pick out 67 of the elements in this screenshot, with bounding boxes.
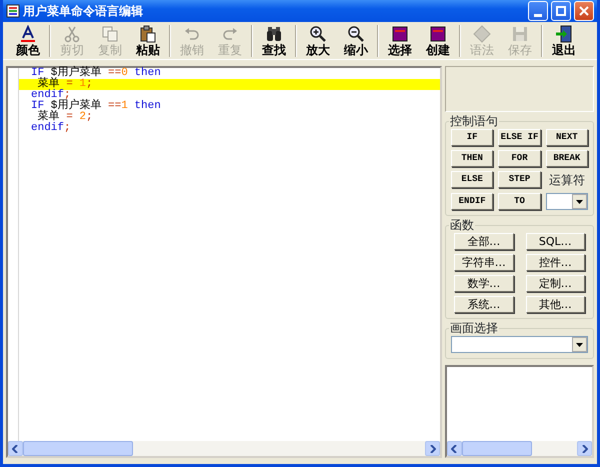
zoom-in-icon [309, 25, 327, 43]
statement-button[interactable]: BREAK [546, 150, 588, 167]
statement-button[interactable]: IF [451, 129, 494, 146]
maximize-icon [556, 6, 566, 16]
window-icon [6, 4, 20, 18]
code-editor[interactable]: IF $用户菜单 ==0 then 菜单 = 1; endif; IF $用户菜单 ==1 then 菜单 = 2; endif; [6, 66, 442, 458]
horizontal-scrollbar[interactable] [447, 441, 592, 456]
statement-button[interactable]: TO [498, 193, 541, 210]
scroll-left-button[interactable] [447, 441, 462, 456]
scroll-right-button[interactable] [425, 441, 440, 456]
copy-icon [101, 25, 119, 43]
toolbar-button[interactable]: 粘贴 [129, 24, 167, 57]
statement-button[interactable]: THEN [451, 150, 494, 167]
group-title: 画面选择 [449, 322, 499, 334]
statement-button[interactable]: ENDIF [451, 193, 494, 210]
zoom-out-icon [347, 25, 365, 43]
function-button[interactable]: 全部… [454, 233, 514, 250]
scroll-left-button[interactable] [8, 441, 23, 456]
diamond-icon [473, 25, 491, 43]
function-button[interactable]: SQL… [526, 233, 585, 250]
function-button[interactable]: 其他… [526, 296, 585, 313]
statement-button[interactable]: ELSE [451, 171, 494, 188]
scroll-right-button[interactable] [577, 441, 592, 456]
statement-button[interactable]: NEXT [546, 129, 588, 146]
window-icon [429, 25, 447, 43]
dropdown-button[interactable] [572, 194, 587, 209]
redo-arrow-icon [221, 25, 239, 43]
maximize-button[interactable] [551, 1, 571, 21]
function-button[interactable]: 系统… [454, 296, 514, 313]
function-button[interactable]: 数学… [454, 275, 514, 292]
window-icon [391, 25, 409, 43]
code-line: endif; [30, 90, 71, 101]
horizontal-scrollbar[interactable] [8, 441, 440, 456]
function-button[interactable]: 控件… [526, 254, 585, 271]
toolbar-button[interactable]: 缩小 [337, 24, 375, 57]
toolbar-button[interactable]: 颜色 [9, 24, 47, 57]
function-button[interactable]: 定制… [526, 275, 585, 292]
function-button[interactable]: 字符串… [454, 254, 514, 271]
group-title: 控制语句 [449, 115, 499, 127]
toolbar-button[interactable]: 创建 [419, 24, 457, 57]
exit-door-icon [555, 25, 573, 43]
code-line: endif; [30, 123, 72, 134]
toolbar-button[interactable]: 退出 [545, 24, 583, 57]
toolbar-button[interactable]: 查找 [255, 24, 293, 57]
close-button[interactable] [574, 1, 594, 21]
undo-arrow-icon [183, 25, 201, 43]
scrollbar-thumb[interactable] [462, 441, 532, 456]
statement-button[interactable]: ELSE IF [498, 129, 541, 146]
scissors-icon [63, 25, 81, 43]
caret-icon [576, 200, 583, 204]
code-line: 菜单 = 2; [38, 112, 94, 123]
font-color-icon [19, 25, 37, 43]
close-icon [579, 6, 589, 16]
statement-button[interactable]: STEP [498, 171, 541, 188]
dropdown-button[interactable] [572, 337, 587, 352]
binoculars-icon [265, 25, 283, 43]
group-title: 函数 [449, 219, 475, 231]
caret-icon [576, 342, 583, 346]
minimize-button[interactable] [528, 1, 548, 21]
minimize-icon [534, 14, 542, 17]
window-title: 用户菜单命令语言编辑 [23, 3, 144, 20]
toolbar-button[interactable]: 选择 [381, 24, 419, 57]
operator-label: 运算符 [548, 172, 586, 189]
statement-button[interactable]: FOR [498, 150, 541, 167]
scrollbar-thumb[interactable] [23, 441, 133, 456]
toolbar-button[interactable]: 放大 [299, 24, 337, 57]
clipboard-icon [139, 25, 157, 43]
